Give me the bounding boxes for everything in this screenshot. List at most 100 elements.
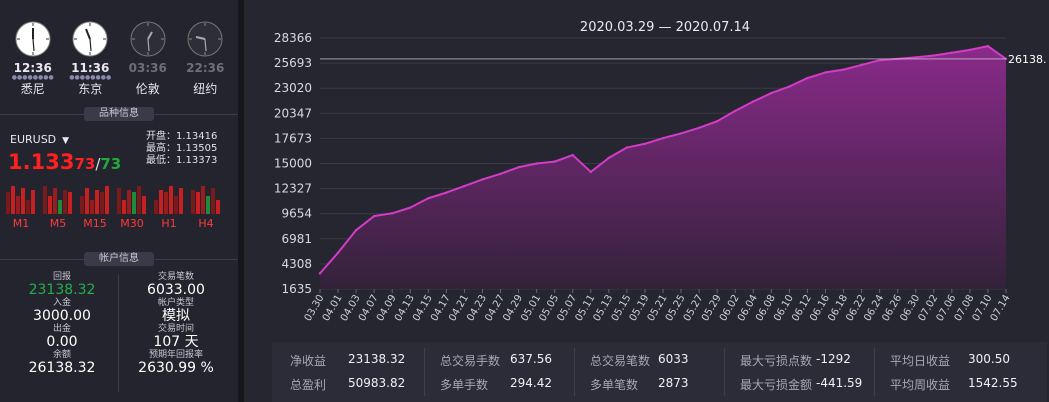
stat-divider [424, 348, 425, 396]
low-value: 最低：1.13373 [146, 155, 218, 166]
timeframe-label: H1 [161, 217, 177, 230]
timeframe-m1[interactable]: M1 [6, 184, 36, 230]
stat-value: 23138.32 [348, 352, 406, 366]
clock-city: 纽约 [193, 82, 218, 96]
data-point [661, 136, 665, 140]
data-point [336, 251, 340, 254]
stat-label: 总盈利 [290, 378, 327, 392]
stat-value: 300.50 [968, 352, 1010, 366]
clock-newyork: 22:36 纽约 [180, 0, 230, 104]
equity-area [320, 46, 1006, 289]
data-point [788, 85, 791, 88]
stat-value: -441.59 [816, 376, 863, 390]
data-point [427, 197, 430, 200]
stat-value: 50983.82 [348, 376, 406, 390]
signal-bars-icon [117, 184, 147, 214]
signal-bars-icon [43, 184, 73, 214]
timeframe-m30[interactable]: M30 [117, 184, 147, 230]
balance-value: 26138.32 [28, 360, 96, 376]
account-section-header: 帐户信息 [0, 252, 238, 266]
deposit-label: 入金 [52, 298, 71, 308]
y-tick-label: 17673 [274, 131, 312, 145]
clock-time: 03:36 [128, 61, 167, 75]
y-tick-label: 28366 [274, 31, 312, 45]
return-value: 23138.32 [28, 282, 96, 298]
left-panel: 12:36 ●●●●●●●● 悉尼 11:36 ●●●●●●●● 东京 03:3… [0, 0, 238, 402]
stat-label: 净收益 [290, 354, 327, 368]
y-tick-label: 25693 [274, 56, 312, 70]
equity-chart: 2020.03.29 — 2020.07.14 28366 25693 23020 2… [274, 20, 1047, 323]
symbol-selector[interactable]: EURUSD ▼ [10, 133, 69, 146]
stat-label: 平均周收益 [890, 378, 951, 392]
price-main: 1.133 [8, 150, 75, 174]
data-point [625, 146, 629, 149]
data-point [391, 212, 394, 215]
timeframe-h4[interactable]: H4 [191, 184, 221, 230]
data-point [914, 56, 917, 59]
price-ask-tail: 73 [100, 155, 122, 173]
y-tick-label: 9654 [281, 207, 312, 221]
account-left-column: 回报 23138.32 入金 3000.00 出金 0.00 余额 26138.… [10, 272, 114, 376]
y-tick-label: 23020 [274, 81, 312, 95]
data-point [481, 178, 484, 181]
symbol-name: EURUSD [10, 133, 57, 146]
clock-dots: ●●●●●●●● [69, 74, 112, 81]
data-point [986, 44, 990, 48]
data-point [878, 59, 881, 62]
data-point [445, 191, 448, 194]
stat-divider [574, 348, 575, 396]
clock-tokyo: 11:36 ●●●●●●●● 东京 [65, 0, 115, 104]
stat-value: -1292 [816, 352, 851, 366]
y-tick-label: 4308 [281, 257, 312, 271]
data-point [715, 120, 719, 123]
open-value: 开盘：1.13416 [146, 131, 218, 142]
data-point [499, 172, 502, 176]
timeframe-label: M30 [120, 217, 144, 230]
stat-label: 最大亏损点数 [740, 354, 813, 368]
stat-label: 最大亏损金额 [740, 378, 813, 392]
clock-face-icon [130, 21, 166, 57]
trades-value: 6033.00 [147, 282, 205, 298]
timeframe-label: M15 [83, 217, 107, 230]
clock-time: 22:36 [186, 61, 225, 75]
data-point [752, 100, 755, 103]
data-point [679, 132, 683, 135]
data-point [950, 51, 954, 54]
signal-bars-icon [80, 184, 110, 214]
y-tick-label: 12327 [274, 182, 312, 196]
data-point [860, 63, 863, 67]
data-point [842, 68, 845, 71]
chart-title: 2020.03.29 — 2020.07.14 [580, 20, 750, 35]
statistics-bar: 净收益 23138.32 总盈利 50983.82 总交易手数 637.56 多单手数 294… [272, 342, 1047, 402]
timeframe-label: M1 [12, 217, 30, 230]
data-point [968, 48, 972, 52]
stat-label: 平均日收益 [890, 354, 951, 368]
stat-label: 总交易手数 [440, 354, 501, 368]
trading-days-value: 107 天 [153, 334, 199, 350]
stat-value: 637.56 [510, 352, 552, 366]
ohl-values: 开盘：1.13416 最高：1.13505 最低：1.13373 [146, 131, 217, 167]
price-quote: 1.13373/73 [8, 150, 121, 174]
trades-label: 交易笔数 [157, 272, 194, 282]
data-point [517, 166, 520, 169]
stat-label: 总交易笔数 [590, 354, 651, 368]
timeframe-m15[interactable]: M15 [80, 184, 110, 230]
clock-face-icon [15, 21, 51, 57]
data-point [607, 156, 611, 160]
return-label: 回报 [52, 272, 71, 282]
timeframe-m5[interactable]: M5 [43, 184, 73, 230]
data-point [734, 109, 737, 113]
y-tick-label: 1635 [281, 282, 312, 296]
clock-city: 伦敦 [135, 82, 160, 96]
data-point [409, 206, 412, 209]
clock-dots: ●●●●●●●● [11, 74, 54, 81]
data-point [806, 76, 809, 80]
world-clocks: 12:36 ●●●●●●●● 悉尼 11:36 ●●●●●●●● 东京 03:3… [0, 0, 238, 104]
signal-bars-icon [191, 184, 221, 214]
stat-value: 6033 [658, 352, 689, 366]
data-point [643, 142, 647, 145]
data-point [318, 272, 322, 275]
timeframe-h1[interactable]: H1 [154, 184, 184, 230]
account-divider [118, 274, 119, 392]
annual-return-value: 2630.99 % [138, 360, 214, 376]
